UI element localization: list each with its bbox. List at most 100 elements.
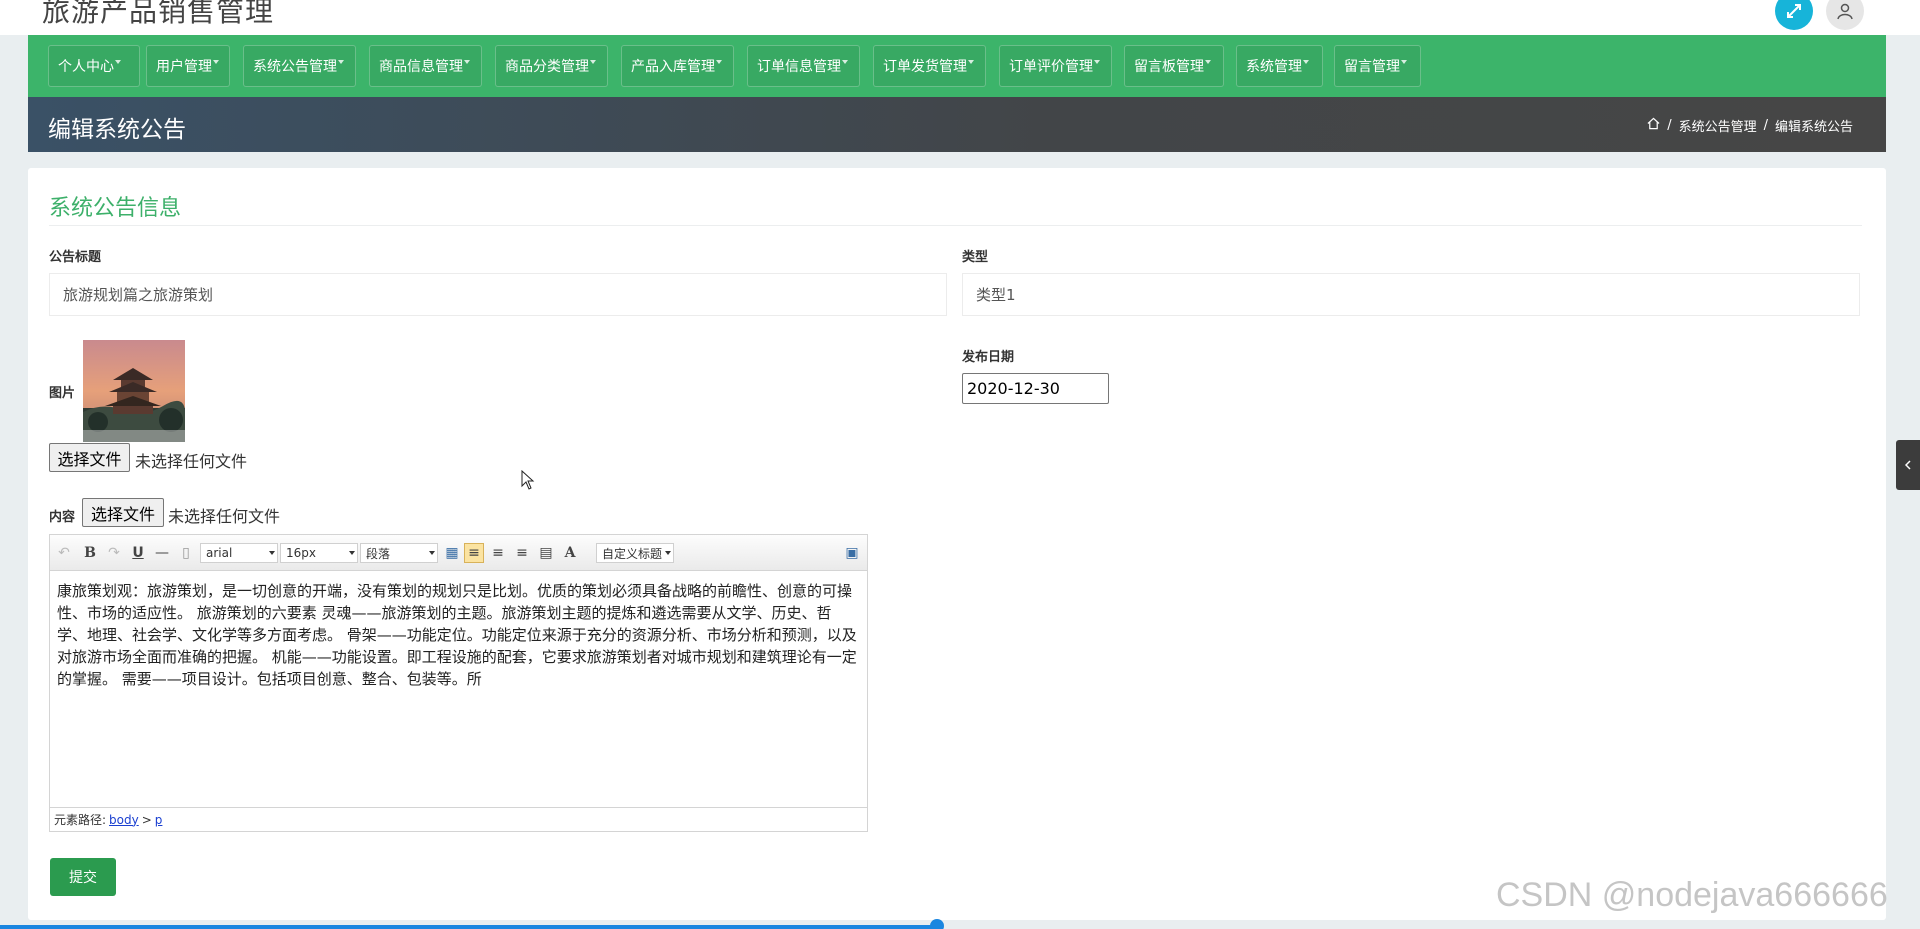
nav-item-label: 留言管理: [1344, 59, 1400, 75]
chevron-down-icon: [1401, 60, 1407, 64]
expand-icon[interactable]: [1775, 0, 1813, 30]
nav-item-user-management[interactable]: 用户管理: [146, 45, 230, 87]
image-file-status: 未选择任何文件: [135, 452, 248, 471]
chevron-down-icon: [115, 60, 121, 64]
image-preview: [83, 340, 185, 442]
breadcrumb-separator: /: [1763, 118, 1768, 133]
content-file-button[interactable]: 选择文件: [82, 498, 164, 527]
horizontal-rule-icon[interactable]: —: [152, 543, 172, 563]
align-right-icon[interactable]: ≡: [488, 543, 508, 563]
chevron-down-icon: [338, 60, 344, 64]
nav-item-label: 订单信息管理: [757, 59, 841, 75]
chevron-down-icon: [1205, 60, 1211, 64]
content-label: 内容: [49, 510, 76, 525]
nav-item-stock-in-management[interactable]: 产品入库管理: [621, 45, 734, 87]
nav-item-order-review-management[interactable]: 订单评价管理: [999, 45, 1112, 87]
editor-toolbar: ↶ B ↷ U — ▯ arial 16px 段落 ▦ ≡ ≡ ≡ ▤ A 自定…: [50, 535, 867, 571]
fullscreen-icon[interactable]: ▣: [842, 543, 862, 563]
align-center-icon[interactable]: ≡: [512, 543, 532, 563]
user-icon[interactable]: [1826, 0, 1864, 30]
path-body-link[interactable]: body: [109, 813, 139, 827]
chevron-down-icon: [716, 60, 722, 64]
nav-item-system-management[interactable]: 系统管理: [1236, 45, 1323, 87]
nav-item-message-management[interactable]: 留言管理: [1334, 45, 1421, 87]
image-file-button[interactable]: 选择文件: [49, 443, 130, 472]
title-input[interactable]: 旅游规划篇之旅游策划: [49, 273, 947, 316]
type-input[interactable]: 类型1: [962, 273, 1860, 316]
title-label: 公告标题: [49, 250, 102, 265]
progress-bar: [0, 925, 938, 929]
chevron-down-icon: [968, 60, 974, 64]
form-card: 系统公告信息 公告标题 旅游规划篇之旅游策划 类型 类型1 图片 选择文件 未选…: [28, 168, 1886, 920]
path-separator: >: [141, 812, 152, 827]
chevron-down-icon: [464, 60, 470, 64]
type-label: 类型: [962, 250, 989, 265]
underline-icon[interactable]: U: [128, 543, 148, 563]
custom-title-select[interactable]: 自定义标题: [596, 543, 674, 563]
nav-item-category-management[interactable]: 商品分类管理: [495, 45, 608, 87]
top-bar: 旅游产品销售管理: [0, 0, 1920, 35]
watermark: CSDN @nodejava666666: [1496, 876, 1888, 914]
nav-item-message-board-management[interactable]: 留言板管理: [1124, 45, 1224, 87]
nav-item-label: 商品信息管理: [379, 59, 463, 75]
nav-item-label: 订单评价管理: [1009, 59, 1093, 75]
editor-path-bar: 元素路径: body > p: [50, 807, 867, 831]
font-family-value: arial: [206, 546, 233, 560]
main-nav: 个人中心 用户管理 系统公告管理 商品信息管理 商品分类管理 产品入库管理 订单…: [28, 35, 1886, 97]
page-title: 编辑系统公告: [48, 117, 186, 143]
editor-content[interactable]: 康旅策划观：旅游策划，是一切创意的开端，没有策划的规划只是比划。优质的策划必须具…: [50, 572, 867, 806]
rich-text-editor: ↶ B ↷ U — ▯ arial 16px 段落 ▦ ≡ ≡ ≡ ▤ A 自定…: [49, 534, 868, 832]
image-label: 图片: [49, 386, 76, 401]
custom-title-value: 自定义标题: [602, 546, 663, 561]
paste-icon[interactable]: ▯: [176, 543, 196, 563]
align-justify-icon[interactable]: ▤: [536, 543, 556, 563]
submit-button[interactable]: 提交: [50, 858, 116, 896]
progress-knob[interactable]: [930, 919, 944, 929]
nav-item-label: 个人中心: [58, 59, 114, 75]
bold-icon[interactable]: B: [80, 543, 100, 563]
paragraph-select[interactable]: 段落: [360, 543, 438, 563]
side-panel-toggle[interactable]: [1896, 440, 1920, 490]
nav-item-label: 留言板管理: [1134, 59, 1204, 75]
breadcrumb-item-announcement-management[interactable]: 系统公告管理: [1679, 116, 1757, 135]
chevron-down-icon: [590, 60, 596, 64]
nav-item-announcement-management[interactable]: 系统公告管理: [243, 45, 356, 87]
section-title: 系统公告信息: [49, 196, 182, 221]
section-divider: [49, 225, 1862, 226]
path-label: 元素路径:: [54, 813, 107, 827]
font-size-value: 16px: [286, 546, 316, 560]
nav-item-product-info-management[interactable]: 商品信息管理: [369, 45, 482, 87]
nav-item-label: 产品入库管理: [631, 59, 715, 75]
chevron-down-icon: [1094, 60, 1100, 64]
app-title: 旅游产品销售管理: [42, 0, 275, 28]
page-header: 编辑系统公告 / 系统公告管理 / 编辑系统公告: [28, 97, 1886, 152]
nav-item-label: 系统管理: [1246, 59, 1302, 75]
date-label: 发布日期: [962, 350, 1015, 365]
chevron-left-icon: [1904, 460, 1911, 470]
font-family-select[interactable]: arial: [200, 543, 278, 563]
nav-item-order-info-management[interactable]: 订单信息管理: [747, 45, 860, 87]
font-size-select[interactable]: 16px: [280, 543, 358, 563]
breadcrumb: / 系统公告管理 / 编辑系统公告: [1647, 116, 1853, 135]
table-icon[interactable]: ▦: [442, 543, 462, 563]
undo-icon[interactable]: ↶: [54, 543, 74, 563]
home-icon[interactable]: [1647, 117, 1660, 134]
breadcrumb-separator: /: [1667, 118, 1672, 133]
path-p-link[interactable]: p: [155, 813, 163, 827]
nav-item-label: 订单发货管理: [883, 59, 967, 75]
nav-item-order-shipping-management[interactable]: 订单发货管理: [873, 45, 986, 87]
chevron-down-icon: [1303, 60, 1309, 64]
chevron-down-icon: [269, 551, 275, 555]
nav-item-label: 系统公告管理: [253, 59, 337, 75]
paragraph-value: 段落: [366, 546, 391, 561]
font-color-icon[interactable]: A: [560, 543, 580, 563]
chevron-down-icon: [349, 551, 355, 555]
mouse-cursor-icon: [521, 469, 535, 494]
nav-item-personal-center[interactable]: 个人中心: [48, 45, 140, 87]
chevron-down-icon: [429, 551, 435, 555]
redo-icon[interactable]: ↷: [104, 543, 124, 563]
content-file-status: 未选择任何文件: [168, 507, 281, 526]
date-input[interactable]: 2020-12-30: [962, 373, 1109, 404]
align-left-icon[interactable]: ≡: [464, 543, 484, 563]
breadcrumb-item-current: 编辑系统公告: [1774, 120, 1853, 135]
